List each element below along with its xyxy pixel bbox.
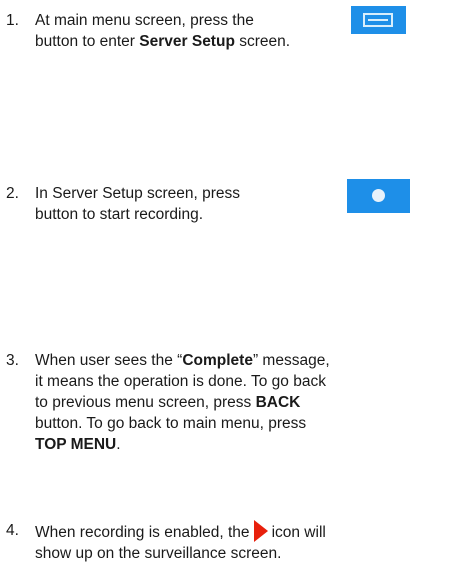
server-setup-emphasis: Server Setup xyxy=(139,33,235,50)
step-number: 3. xyxy=(6,352,19,369)
top-menu-emphasis: TOP MENU xyxy=(35,436,117,453)
server-setup-button-icon xyxy=(351,6,406,34)
step-line: button to start recording. xyxy=(35,206,204,223)
step-text: In Server Setup screen, press button to … xyxy=(35,183,240,225)
step-text: When recording is enabled, the icon will … xyxy=(35,520,326,564)
record-button-icon xyxy=(347,179,410,213)
back-emphasis: BACK xyxy=(255,394,301,411)
recording-indicator-icon xyxy=(253,520,268,542)
step-number: 1. xyxy=(6,12,19,29)
step-number: 2. xyxy=(6,185,19,202)
step-line: button. To go back to main menu, press xyxy=(35,415,307,432)
step-line: At main menu screen, press the xyxy=(35,12,254,29)
complete-emphasis: Complete xyxy=(182,352,253,369)
step-number: 4. xyxy=(6,522,19,539)
step-line: TOP MENU. xyxy=(35,436,121,453)
step-text: When user sees the “Complete” message, i… xyxy=(35,350,330,455)
step-line: show up on the surveillance screen. xyxy=(35,545,282,562)
step-text: At main menu screen, press the button to… xyxy=(35,10,290,52)
step-line: When recording is enabled, the icon will xyxy=(35,520,326,543)
step-line: to previous menu screen, press BACK xyxy=(35,394,301,411)
step-line: In Server Setup screen, press xyxy=(35,185,241,202)
step-line: it means the operation is done. To go ba… xyxy=(35,373,326,390)
record-dot-icon xyxy=(372,189,385,202)
list-glyph-icon xyxy=(363,13,393,27)
step-line: When user sees the “Complete” message, xyxy=(35,352,330,369)
step-line: button to enter Server Setup screen. xyxy=(35,33,291,50)
